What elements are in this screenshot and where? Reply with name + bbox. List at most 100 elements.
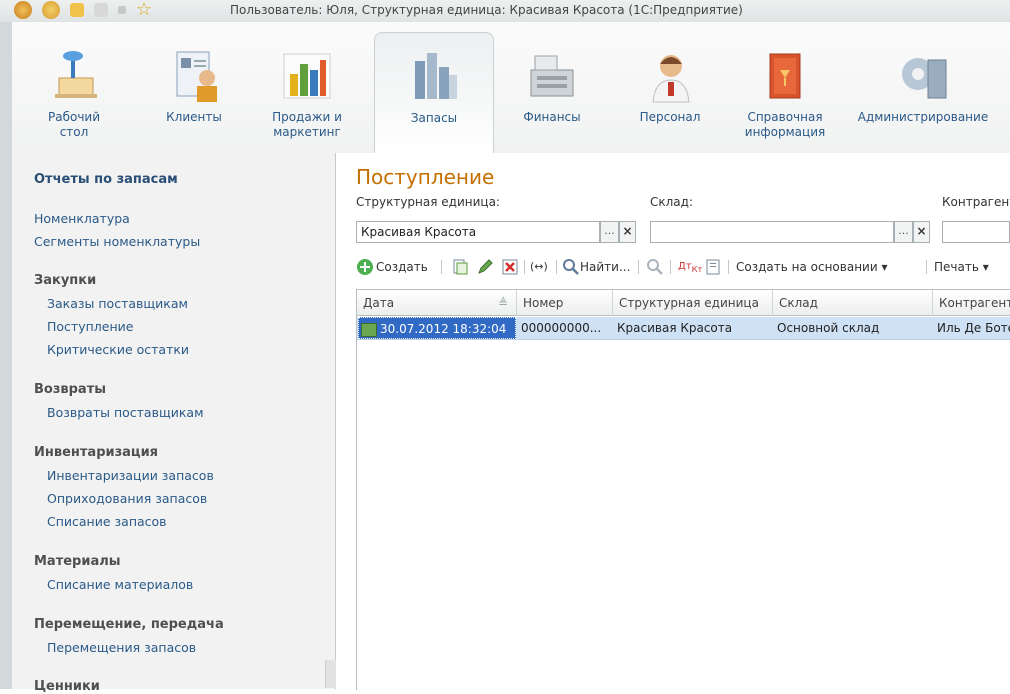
- sections-ribbon: Рабочий стол Клиенты Продажи и маркетинг…: [12, 22, 1010, 155]
- section-personnel[interactable]: Персонал: [630, 22, 710, 153]
- filter-warehouse-label: Склад:: [650, 195, 693, 209]
- dropdown-icon[interactable]: [118, 6, 126, 14]
- sidebar-scrollbar[interactable]: [325, 660, 336, 688]
- sidebar-group-transfers: Перемещение, передача: [34, 617, 224, 632]
- sidebar: Отчеты по запасам Номенклатура Сегменты …: [12, 153, 336, 694]
- sidebar-heading-reports[interactable]: Отчеты по запасам: [34, 172, 178, 187]
- sidebar-item-stock-transfers[interactable]: Перемещения запасов: [47, 640, 196, 655]
- toolbar-separator: [926, 260, 927, 274]
- section-reference-label: Справочная информация: [744, 110, 826, 139]
- filter-unit-select-button[interactable]: ...: [600, 221, 619, 243]
- sidebar-item-stock-postings[interactable]: Оприходования запасов: [47, 491, 207, 506]
- table-cell-date-value: 30.07.2012 18:32:04: [380, 322, 507, 336]
- section-administration-label: Администрирование: [857, 110, 989, 124]
- create-plus-icon: [357, 259, 373, 275]
- filter-warehouse-clear-icon[interactable]: ×: [913, 221, 930, 243]
- toolbar-separator: [556, 260, 557, 274]
- table-cell-unit[interactable]: Красивая Красота: [613, 317, 773, 339]
- section-clients[interactable]: Клиенты: [154, 22, 234, 153]
- section-personnel-label: Персонал: [639, 110, 701, 124]
- clients-icon: [176, 51, 217, 102]
- favorites-star-icon[interactable]: ☆: [136, 1, 154, 19]
- sidebar-group-purchases: Закупки: [34, 273, 97, 288]
- posted-document-icon: [361, 322, 377, 337]
- section-reference[interactable]: Справочная информация: [742, 22, 828, 153]
- sidebar-group-materials: Материалы: [34, 554, 121, 569]
- section-administration[interactable]: Администрирование: [852, 22, 994, 153]
- table-cell-contractor[interactable]: Иль Де Боте: [933, 317, 1010, 339]
- page-title: Поступление: [356, 165, 495, 189]
- filter-warehouse-select-button[interactable]: ...: [894, 221, 913, 243]
- sidebar-item-stock-writeoff[interactable]: Списание запасов: [47, 514, 167, 529]
- app-logo-icon[interactable]: [14, 1, 32, 19]
- debit-credit-icon[interactable]: ДтКт: [678, 257, 702, 277]
- toolbar-separator: [441, 260, 442, 274]
- filter-contractor-field[interactable]: [942, 221, 1010, 243]
- find-button[interactable]: Найти...: [580, 257, 630, 277]
- toolbar-separator: [638, 260, 639, 274]
- filter-unit-clear-icon[interactable]: ×: [619, 221, 636, 243]
- forward-arrow-icon[interactable]: [94, 3, 108, 17]
- table-cell-warehouse[interactable]: Основной склад: [773, 317, 933, 339]
- column-header-warehouse[interactable]: Склад: [773, 290, 933, 316]
- sidebar-item-critical-stock[interactable]: Критические остатки: [47, 342, 189, 357]
- toolbar-separator: [524, 260, 525, 274]
- filter-unit-label: Структурная единица:: [356, 195, 500, 209]
- back-arrow-icon[interactable]: [70, 3, 84, 17]
- window-title: Пользователь: Юля, Структурная единица: …: [230, 3, 743, 17]
- column-header-date[interactable]: Дата ≜: [357, 290, 517, 316]
- table-cell-number[interactable]: 000000000...: [517, 317, 613, 339]
- filter-unit-value: Красивая Красота: [361, 225, 477, 239]
- section-finance[interactable]: Финансы: [512, 22, 592, 153]
- quick-access-toolbar: ☆: [14, 1, 154, 19]
- find-magnifier-icon: [563, 259, 579, 275]
- personnel-icon: [652, 55, 690, 103]
- main-panel: Поступление Структурная единица: Склад: …: [336, 153, 1010, 690]
- document-structure-icon[interactable]: [704, 258, 722, 276]
- copy-icon[interactable]: [451, 258, 469, 276]
- section-sales-label: Продажи и маркетинг: [272, 110, 342, 139]
- sidebar-item-nomenclature-segments[interactable]: Сегменты номенклатуры: [34, 234, 200, 249]
- filter-warehouse-field[interactable]: [650, 221, 894, 243]
- admin-gear-icon: [902, 58, 947, 99]
- section-desktop[interactable]: Рабочий стол: [34, 22, 114, 153]
- cash-register-icon: [530, 55, 574, 97]
- column-header-number[interactable]: Номер: [517, 290, 613, 316]
- sidebar-item-nomenclature[interactable]: Номенклатура: [34, 211, 130, 226]
- sidebar-item-supplier-orders[interactable]: Заказы поставщикам: [47, 296, 188, 311]
- create-based-on-button[interactable]: Создать на основании ▾: [736, 257, 887, 277]
- create-based-on-label: Создать на основании: [736, 260, 878, 274]
- receipts-table: Дата ≜ Номер Структурная единица Склад К…: [356, 289, 1010, 690]
- inventory-icon: [415, 53, 457, 99]
- delete-icon[interactable]: [501, 258, 519, 276]
- edit-pencil-icon[interactable]: [476, 258, 494, 276]
- toolbar-separator: [670, 260, 671, 274]
- print-label: Печать: [934, 260, 979, 274]
- sidebar-item-materials-writeoff[interactable]: Списание материалов: [47, 577, 193, 592]
- section-inventory[interactable]: Запасы: [374, 32, 494, 155]
- print-button[interactable]: Печать ▾: [934, 257, 989, 277]
- column-header-contractor[interactable]: Контрагент: [933, 290, 1010, 316]
- table-cell-date[interactable]: 30.07.2012 18:32:04: [358, 317, 516, 339]
- reference-book-icon: [769, 53, 801, 99]
- create-button[interactable]: Создать: [376, 257, 428, 277]
- section-clients-label: Клиенты: [166, 110, 222, 124]
- sidebar-group-price-tags: Ценники: [34, 679, 100, 694]
- toolbar-separator: [728, 260, 729, 274]
- cancel-search-icon[interactable]: [646, 258, 664, 276]
- section-inventory-label: Запасы: [410, 111, 458, 125]
- group-expand-icon[interactable]: (↔): [530, 257, 548, 277]
- sidebar-item-inventory-counts[interactable]: Инвентаризации запасов: [47, 468, 214, 483]
- sidebar-group-returns: Возвраты: [34, 382, 106, 397]
- filter-unit-field[interactable]: Красивая Красота: [356, 221, 600, 243]
- sales-chart-icon: [283, 53, 331, 99]
- menu-arrow-icon[interactable]: [42, 1, 60, 19]
- section-finance-label: Финансы: [523, 110, 581, 124]
- section-desktop-label: Рабочий стол: [47, 110, 101, 139]
- desk-lamp-icon: [55, 51, 97, 98]
- sidebar-item-receipts[interactable]: Поступление: [47, 319, 133, 334]
- column-header-unit[interactable]: Структурная единица: [613, 290, 773, 316]
- section-sales-marketing[interactable]: Продажи и маркетинг: [264, 22, 350, 153]
- sidebar-item-supplier-returns[interactable]: Возвраты поставщикам: [47, 405, 204, 420]
- table-row[interactable]: 30.07.2012 18:32:04 000000000... Красива…: [357, 317, 1010, 340]
